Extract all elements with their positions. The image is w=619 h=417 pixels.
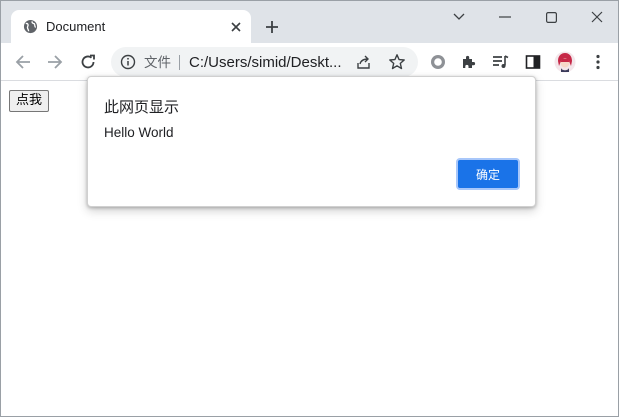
ok-button[interactable]: 确定 [456, 158, 520, 190]
reading-list-icon[interactable] [489, 50, 513, 74]
globe-icon [23, 19, 38, 34]
maximize-icon[interactable] [538, 6, 564, 28]
click-me-button[interactable]: 点我 [9, 90, 50, 112]
star-icon[interactable] [388, 53, 406, 71]
scheme-label: 文件 [144, 55, 171, 70]
tab-document[interactable]: Document [11, 10, 251, 43]
info-icon[interactable] [120, 54, 136, 70]
tab-strip: Document [1, 1, 618, 43]
address-bar[interactable]: 文件 C:/Users/simid/Deskt... [111, 47, 418, 77]
url-text[interactable]: C:/Users/simid/Deskt... [189, 54, 342, 71]
avatar[interactable] [553, 50, 577, 74]
tab-title: Document [46, 19, 106, 34]
side-panel-icon[interactable] [521, 50, 545, 74]
divider [179, 55, 180, 70]
minimize-icon[interactable] [492, 6, 518, 28]
arrow-left-icon[interactable] [11, 50, 35, 74]
chevron-down-icon[interactable] [446, 6, 472, 28]
share-icon[interactable] [355, 54, 372, 71]
dialog-message: Hello World [104, 125, 174, 140]
browser-window: Document 文件 C:/Users/simid/Deskt... 点我 此… [0, 0, 619, 417]
dialog-title: 此网页显示 [104, 98, 180, 116]
plus-icon[interactable] [261, 16, 283, 38]
arrow-right-icon[interactable] [43, 50, 67, 74]
kebab-menu-icon[interactable] [586, 50, 610, 74]
reload-icon[interactable] [76, 50, 100, 74]
circle-extension-icon[interactable] [426, 50, 450, 74]
window-close-icon[interactable] [584, 6, 610, 28]
close-icon[interactable] [227, 18, 245, 36]
alert-dialog: 此网页显示 Hello World 确定 [87, 76, 536, 207]
puzzle-icon[interactable] [457, 50, 481, 74]
